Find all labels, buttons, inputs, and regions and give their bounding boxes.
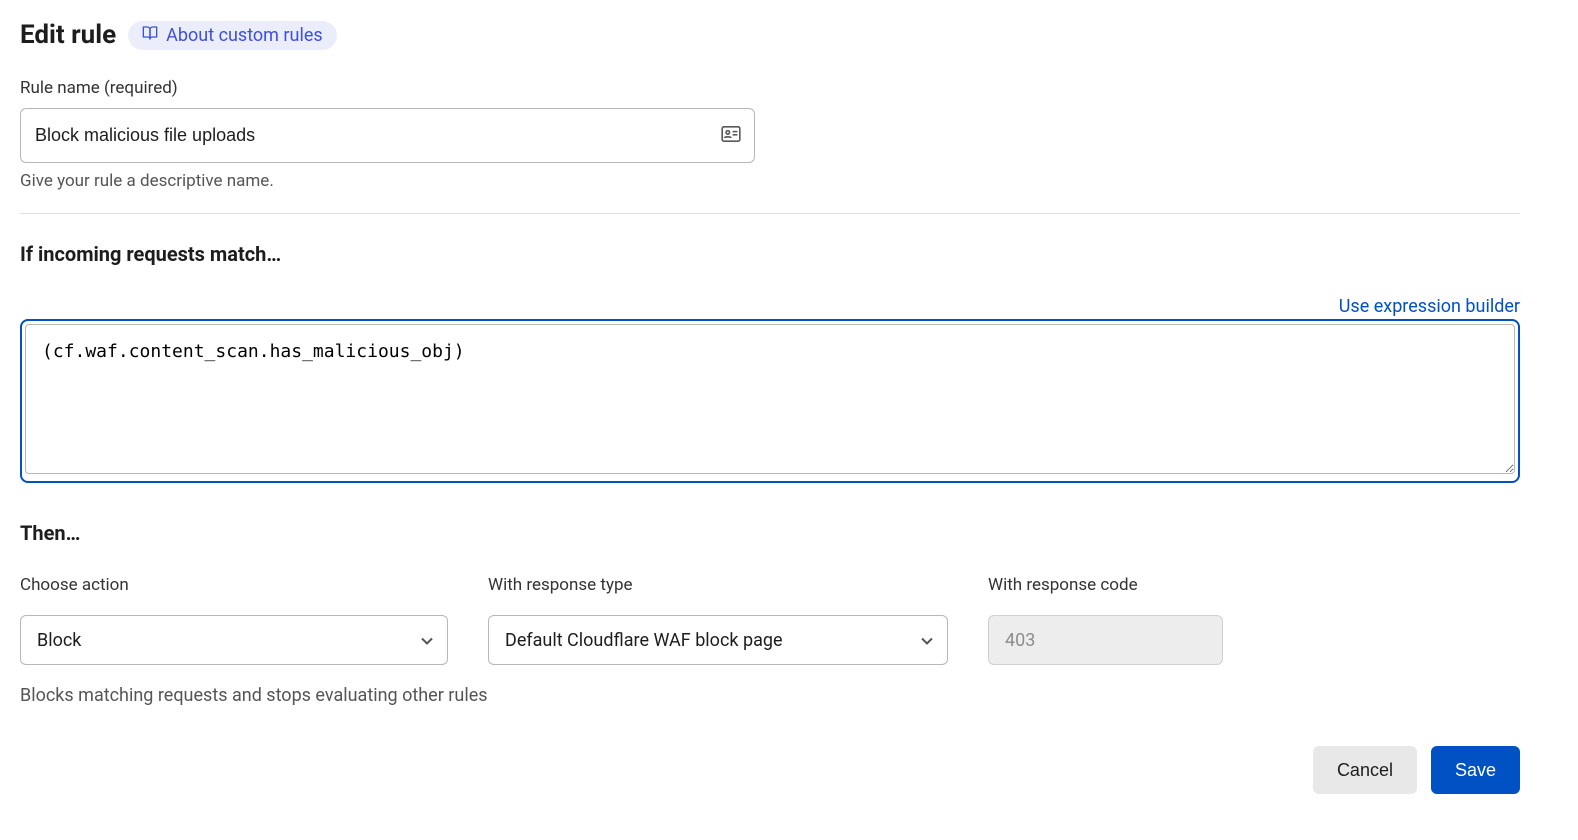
about-custom-rules-link[interactable]: About custom rules bbox=[128, 21, 337, 50]
caret-down-icon bbox=[421, 630, 433, 651]
rule-name-helper: Give your rule a descriptive name. bbox=[20, 171, 1520, 191]
response-type-label: With response type bbox=[488, 575, 948, 595]
match-heading: If incoming requests match… bbox=[20, 242, 1520, 266]
divider bbox=[20, 213, 1520, 214]
rule-name-label: Rule name (required) bbox=[20, 78, 1520, 98]
then-heading: Then… bbox=[20, 521, 1520, 545]
response-code-value: 403 bbox=[1005, 630, 1035, 651]
footer-actions: Cancel Save bbox=[20, 746, 1520, 794]
response-code-field: 403 bbox=[988, 615, 1223, 665]
page-title: Edit rule bbox=[20, 20, 116, 50]
page-header: Edit rule About custom rules bbox=[20, 20, 1520, 50]
book-icon bbox=[142, 25, 158, 46]
caret-down-icon bbox=[921, 630, 933, 651]
choose-action-select[interactable]: Block bbox=[20, 615, 448, 665]
response-type-select[interactable]: Default Cloudflare WAF block page bbox=[488, 615, 948, 665]
id-card-icon bbox=[721, 126, 741, 146]
rule-name-input[interactable] bbox=[20, 108, 755, 163]
use-expression-builder-link[interactable]: Use expression builder bbox=[1339, 296, 1520, 317]
save-button[interactable]: Save bbox=[1431, 746, 1520, 794]
about-link-label: About custom rules bbox=[166, 25, 323, 46]
choose-action-label: Choose action bbox=[20, 575, 448, 595]
action-description: Blocks matching requests and stops evalu… bbox=[20, 685, 1520, 706]
cancel-button[interactable]: Cancel bbox=[1313, 746, 1417, 794]
response-code-label: With response code bbox=[988, 575, 1223, 595]
choose-action-value: Block bbox=[37, 630, 81, 651]
expression-editor[interactable]: (cf.waf.content_scan.has_malicious_obj) bbox=[25, 324, 1515, 474]
rule-name-input-wrap bbox=[20, 108, 755, 163]
expression-editor-focus-ring: (cf.waf.content_scan.has_malicious_obj) bbox=[20, 319, 1520, 483]
response-type-value: Default Cloudflare WAF block page bbox=[505, 630, 783, 651]
